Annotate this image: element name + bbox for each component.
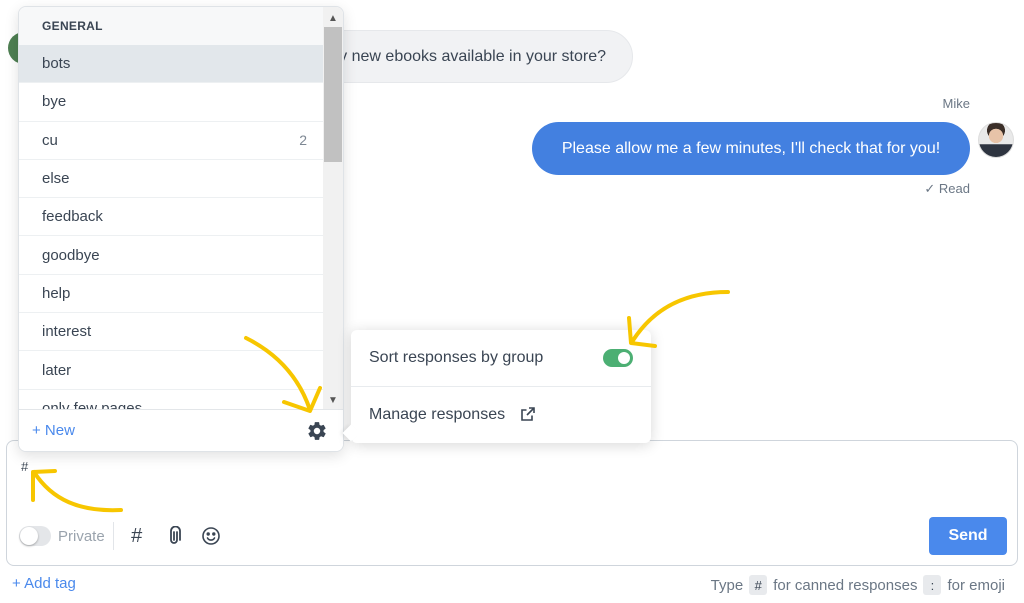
composer-input[interactable]: # bbox=[21, 459, 28, 474]
dropdown-scrollbar[interactable]: ▲ ▼ bbox=[323, 7, 343, 411]
gear-icon[interactable] bbox=[306, 420, 328, 442]
group-header: GENERAL bbox=[19, 7, 325, 45]
agent-avatar bbox=[978, 122, 1014, 158]
private-label: Private bbox=[58, 527, 105, 545]
hint-canned: for canned responses bbox=[773, 576, 918, 594]
incoming-message-text: y new ebooks available in your store? bbox=[339, 47, 606, 65]
canned-item-label: help bbox=[42, 284, 71, 302]
canned-item[interactable]: else bbox=[19, 160, 325, 199]
canned-item-label: feedback bbox=[42, 208, 103, 226]
canned-item[interactable]: interest bbox=[19, 313, 325, 352]
new-response-link[interactable]: + New bbox=[32, 422, 75, 439]
sort-by-group-label: Sort responses by group bbox=[369, 349, 544, 366]
canned-item[interactable]: bye bbox=[19, 83, 325, 122]
hint-type: Type bbox=[710, 576, 744, 594]
sort-by-group-toggle[interactable] bbox=[603, 349, 633, 367]
canned-item-label: bye bbox=[42, 93, 67, 111]
outgoing-message-text: Please allow me a few minutes, I'll chec… bbox=[561, 139, 941, 157]
sort-by-group-row[interactable]: Sort responses by group bbox=[351, 330, 651, 386]
canned-item[interactable]: bots bbox=[19, 45, 325, 84]
chat-screen: y new ebooks available in your store? Mi… bbox=[0, 0, 1024, 603]
scroll-thumb[interactable] bbox=[324, 27, 342, 162]
read-status: ✓ Read bbox=[924, 181, 970, 196]
emoji-button[interactable] bbox=[198, 523, 224, 549]
outgoing-message: Please allow me a few minutes, I'll chec… bbox=[532, 122, 970, 175]
canned-item-label: interest bbox=[42, 323, 92, 341]
paperclip-icon bbox=[169, 526, 181, 544]
toolbar-divider bbox=[112, 522, 114, 550]
send-button[interactable]: Send bbox=[929, 517, 1007, 555]
hint-emoji: for emoji bbox=[947, 576, 1005, 594]
canned-responses-dropdown: GENERAL bots bye cu 2 else feedback good… bbox=[18, 6, 344, 452]
canned-responses-list: GENERAL bots bye cu 2 else feedback good… bbox=[19, 7, 325, 411]
canned-settings-popover: Sort responses by group Manage responses bbox=[351, 330, 651, 443]
manage-responses-label: Manage responses bbox=[369, 405, 506, 423]
external-link-icon bbox=[520, 407, 535, 422]
canned-item-label: later bbox=[42, 361, 72, 379]
message-composer[interactable]: # Private # Send bbox=[6, 440, 1018, 566]
canned-item-label: cu bbox=[42, 131, 58, 149]
canned-item[interactable]: goodbye bbox=[19, 236, 325, 275]
incoming-message: y new ebooks available in your store? bbox=[300, 30, 633, 83]
canned-item-count: 2 bbox=[299, 132, 307, 149]
attachment-button[interactable] bbox=[161, 523, 187, 549]
canned-item-label: else bbox=[42, 170, 70, 188]
dropdown-footer: + New bbox=[19, 409, 343, 451]
hash-icon: # bbox=[131, 524, 143, 547]
canned-responses-button[interactable]: # bbox=[124, 523, 150, 549]
canned-item[interactable]: feedback bbox=[19, 198, 325, 237]
composer-hint: Type # for canned responses : for emoji bbox=[711, 575, 1005, 595]
hint-hash-key: # bbox=[749, 575, 768, 595]
canned-item[interactable]: cu 2 bbox=[19, 122, 325, 160]
scroll-up-icon[interactable]: ▲ bbox=[323, 9, 343, 27]
hint-colon-key: : bbox=[923, 575, 942, 595]
smiley-icon bbox=[201, 527, 220, 545]
canned-item[interactable]: help bbox=[19, 275, 325, 314]
canned-item[interactable]: only few pages bbox=[19, 390, 325, 411]
private-toggle[interactable] bbox=[19, 526, 51, 546]
composer-toolbar: Private # bbox=[19, 522, 235, 550]
canned-item[interactable]: later bbox=[19, 351, 325, 390]
manage-responses-row[interactable]: Manage responses bbox=[351, 386, 651, 442]
message-author: Mike bbox=[942, 96, 970, 111]
add-tag-link[interactable]: + Add tag bbox=[12, 575, 76, 592]
canned-item-label: bots bbox=[42, 55, 71, 73]
canned-item-label: goodbye bbox=[42, 246, 100, 264]
scroll-down-icon[interactable]: ▼ bbox=[323, 391, 343, 409]
